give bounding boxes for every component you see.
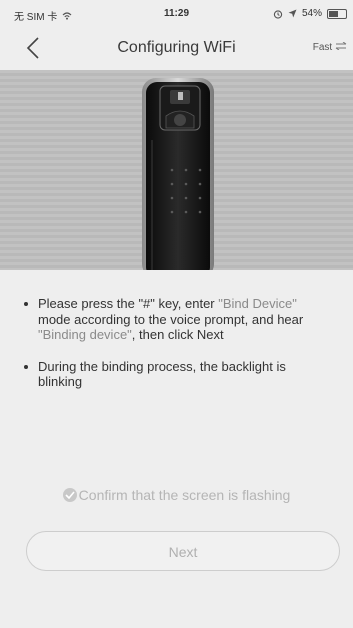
- bullet-icon: [24, 364, 28, 369]
- nav-bar: Configuring WiFi Fast: [0, 26, 353, 70]
- door-lock-illustration: [142, 78, 214, 270]
- instruction-text: During the binding process, the backligh…: [38, 358, 286, 390]
- instruction-item: Please press the "#" key, enter "Bind De…: [22, 296, 332, 343]
- instruction-item: During the binding process, the backligh…: [22, 359, 332, 390]
- status-bar: 无 SIM 卡 11:29 54%: [0, 0, 353, 26]
- instruction-text: Please press the "#" key, enter: [38, 296, 219, 311]
- battery-icon: [327, 8, 347, 19]
- switch-arrows-icon: [335, 41, 347, 51]
- instruction-text: , then click Next: [131, 327, 224, 342]
- page-title: Configuring WiFi: [117, 39, 236, 56]
- bullet-icon: [24, 302, 28, 306]
- confirm-flashing-checkbox[interactable]: Confirm that the screen is flashing: [0, 487, 353, 503]
- fast-button[interactable]: Fast: [312, 41, 347, 53]
- check-circle-icon: [62, 488, 77, 502]
- device-illustration: [0, 70, 353, 270]
- status-right: 54%: [273, 8, 347, 19]
- instruction-text: mode according to the voice prompt, and …: [38, 311, 304, 327]
- fast-label: Fast: [312, 42, 333, 53]
- instruction-highlight: "Binding device": [38, 327, 132, 342]
- alarm-icon: [273, 9, 283, 19]
- instructions-list: Please press the "#" key, enter "Bind De…: [22, 296, 332, 406]
- instruction-highlight: "Bind Device": [218, 296, 297, 311]
- confirm-label: Confirm that the screen is flashing: [78, 487, 291, 503]
- next-button[interactable]: Next: [26, 531, 340, 571]
- battery-fill: [329, 10, 338, 17]
- location-arrow-icon: [288, 9, 297, 18]
- battery-percent: 54%: [301, 8, 322, 19]
